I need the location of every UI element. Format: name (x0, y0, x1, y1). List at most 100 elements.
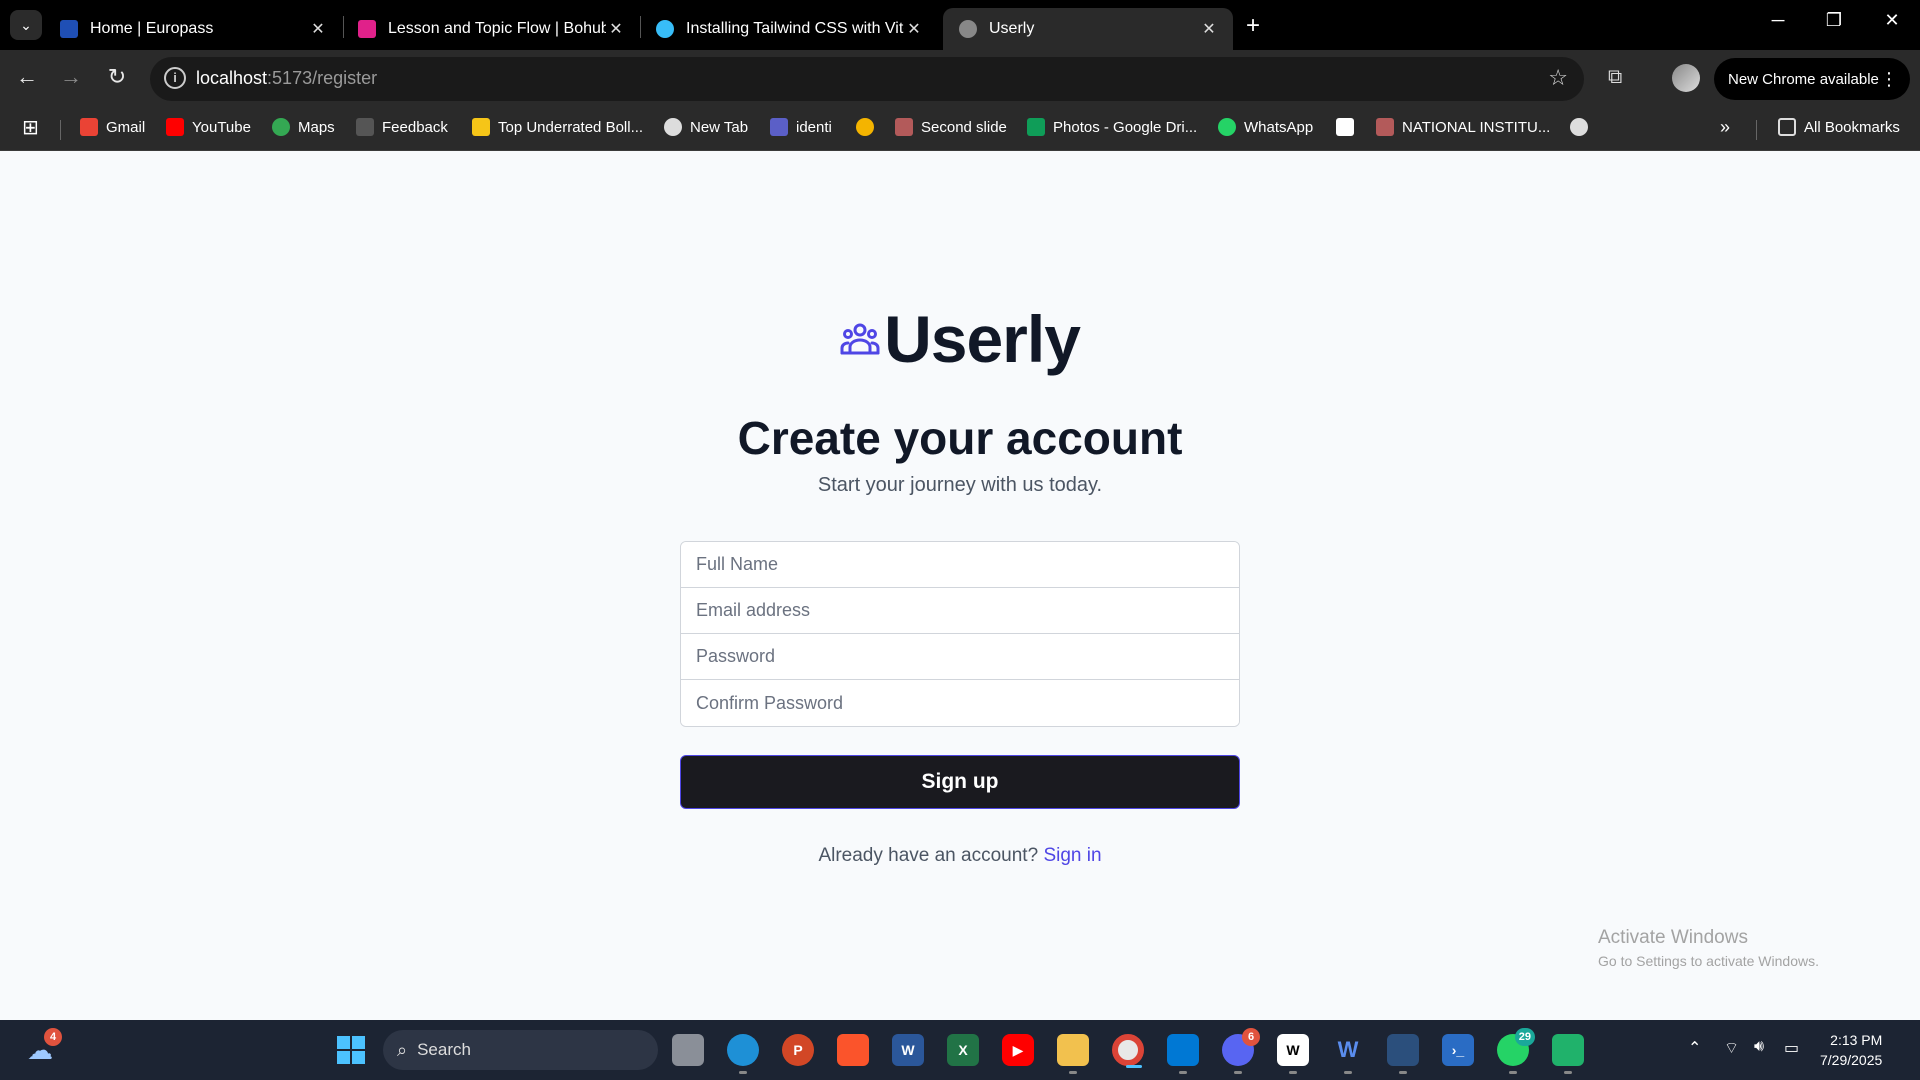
url-host: localhost (196, 68, 268, 88)
bookmark-imdb[interactable]: Top Underrated Boll... (472, 118, 643, 136)
bookmark-star-icon[interactable]: ☆ (1548, 65, 1568, 91)
tab-europass[interactable]: Home | Europass ✕ (44, 8, 342, 50)
reload-button[interactable]: ↻ (102, 64, 132, 90)
youtube-icon (166, 118, 184, 136)
mysql-workbench-icon[interactable] (1387, 1034, 1419, 1074)
bookmark-pinwheel[interactable] (856, 118, 882, 136)
restore-button[interactable]: ❐ (1814, 10, 1854, 31)
close-tab-icon[interactable]: ✕ (606, 19, 626, 39)
bookmark-globe[interactable] (1570, 118, 1596, 136)
extensions-icon[interactable]: ⧉ (1608, 66, 1622, 89)
tab-tailwind[interactable]: Installing Tailwind CSS with Vite ✕ (640, 8, 938, 50)
battery-icon[interactable]: ▭ (1784, 1038, 1799, 1058)
task-view-icon[interactable] (672, 1034, 704, 1066)
europass-favicon-icon (60, 20, 78, 38)
bookmark-label: All Bookmarks (1804, 118, 1900, 136)
bookmark-google-drive[interactable]: Photos - Google Dri... (1027, 118, 1197, 136)
close-window-button[interactable]: ✕ (1872, 10, 1912, 31)
close-tab-icon[interactable]: ✕ (904, 19, 924, 39)
bookmark-new-tab[interactable]: New Tab (664, 118, 748, 136)
more-vert-icon[interactable]: ⋮ (1880, 69, 1898, 90)
globe-icon (1570, 118, 1588, 136)
globe-icon (664, 118, 682, 136)
start-button[interactable] (335, 1034, 367, 1066)
whatsapp-app-icon[interactable]: 29 (1497, 1028, 1535, 1074)
email-field[interactable] (681, 588, 1239, 634)
bookmark-maps[interactable]: Maps (272, 118, 335, 136)
all-bookmarks[interactable]: All Bookmarks (1778, 118, 1900, 136)
sign-up-button[interactable]: Sign up (680, 755, 1240, 809)
bookmark-whatsapp[interactable]: WhatsApp (1218, 118, 1313, 136)
teams-icon (770, 118, 788, 136)
volume-icon[interactable]: 🔊︎ (1754, 1038, 1764, 1056)
bookmark-label: YouTube (192, 118, 251, 136)
cube-app-icon[interactable] (1552, 1034, 1584, 1074)
register-form (680, 541, 1240, 727)
tab-title: Home | Europass (90, 20, 214, 37)
bookmark-square-icon-link[interactable] (1336, 118, 1362, 136)
browser-toolbar: ← → ↻ i localhost:5173/register ☆ ⧉ New … (0, 50, 1920, 108)
running-indicator (1069, 1071, 1077, 1074)
minimize-button[interactable]: ─ (1758, 10, 1798, 31)
close-tab-icon[interactable]: ✕ (308, 19, 328, 39)
bookmark-second-slide[interactable]: Second slide (895, 118, 1007, 136)
bookmark-national-institute[interactable]: NATIONAL INSTITU... (1376, 118, 1550, 136)
arrow-right-icon: → (60, 64, 82, 89)
chrome-icon[interactable] (1112, 1034, 1144, 1068)
weather-widget[interactable]: ☁ 4 (24, 1028, 62, 1066)
system-clock[interactable]: 2:13 PM 7/29/2025 (1820, 1030, 1882, 1070)
new-tab-button[interactable]: + (1246, 12, 1260, 40)
chevron-up-icon[interactable]: ⌃ (1688, 1038, 1701, 1058)
full-name-field[interactable] (681, 542, 1239, 588)
bookmark-label: New Tab (690, 118, 749, 136)
bookmark-gmail[interactable]: Gmail (80, 118, 145, 136)
more-bookmarks-icon[interactable]: » (1720, 117, 1730, 138)
url-text[interactable]: localhost:5173/register (196, 68, 377, 89)
tab-strip: ⌄ Home | Europass ✕ Lesson and Topic Flo… (0, 0, 1920, 50)
brand: Userly (0, 301, 1920, 377)
site-info-icon[interactable]: i (164, 67, 186, 89)
brave-icon[interactable] (837, 1034, 869, 1066)
apps-grid-icon[interactable]: ⊞ (22, 115, 39, 140)
close-tab-icon[interactable]: ✕ (1199, 19, 1219, 39)
tab-bohubrihi[interactable]: Lesson and Topic Flow | Bohubrihi ✕ (342, 8, 640, 50)
bookmark-feedback[interactable]: Feedback (356, 118, 448, 136)
profile-avatar[interactable] (1672, 64, 1700, 92)
taskbar-search[interactable]: ⌕ Search (383, 1030, 658, 1070)
terminal-icon[interactable]: ›_ (1442, 1034, 1474, 1066)
wifi-icon[interactable]: ⌔ (1724, 1038, 1739, 1058)
watermark-title: Activate Windows (1598, 927, 1748, 948)
bookmark-youtube[interactable]: YouTube (166, 118, 251, 136)
clock-time: 2:13 PM (1830, 1032, 1883, 1048)
powerpoint-icon[interactable]: P (782, 1034, 814, 1066)
address-bar[interactable]: i localhost:5173/register ☆ (150, 57, 1584, 101)
bookmark-label: identi (796, 118, 832, 136)
active-indicator (1126, 1065, 1142, 1068)
weather-badge: 4 (44, 1028, 62, 1046)
password-field[interactable] (681, 634, 1239, 680)
institute-icon (1376, 118, 1394, 136)
edge-icon[interactable] (727, 1034, 759, 1074)
bookmark-label: NATIONAL INSTITU... (1402, 118, 1551, 136)
excel-icon[interactable]: X (947, 1034, 979, 1066)
confirm-password-field[interactable] (681, 680, 1239, 726)
file-explorer-icon[interactable] (1057, 1034, 1089, 1074)
notion-like-icon[interactable]: W (1277, 1034, 1309, 1074)
whatsapp-badge: 29 (1514, 1028, 1535, 1046)
back-button[interactable]: ← (12, 64, 42, 90)
maps-icon (272, 118, 290, 136)
tab-search-button[interactable]: ⌄ (10, 10, 42, 40)
sign-in-link[interactable]: Sign in (1043, 845, 1101, 866)
chrome-update-button[interactable]: New Chrome available ⋮ (1714, 58, 1910, 100)
word-icon[interactable]: W (892, 1034, 924, 1066)
bohubrihi-favicon-icon (358, 20, 376, 38)
tab-userly[interactable]: Userly ✕ (943, 8, 1233, 50)
youtube-app-icon[interactable]: ▶ (1002, 1034, 1034, 1066)
bookmark-identi[interactable]: identi (770, 118, 832, 136)
running-indicator (1399, 1071, 1407, 1074)
vscode-icon[interactable] (1167, 1034, 1199, 1074)
webstorm-like-icon[interactable]: W (1332, 1034, 1364, 1074)
forward-button[interactable]: → (56, 64, 86, 90)
watermark-subtitle: Go to Settings to activate Windows. (1598, 953, 1819, 969)
discord-icon[interactable]: 6 (1222, 1028, 1260, 1074)
